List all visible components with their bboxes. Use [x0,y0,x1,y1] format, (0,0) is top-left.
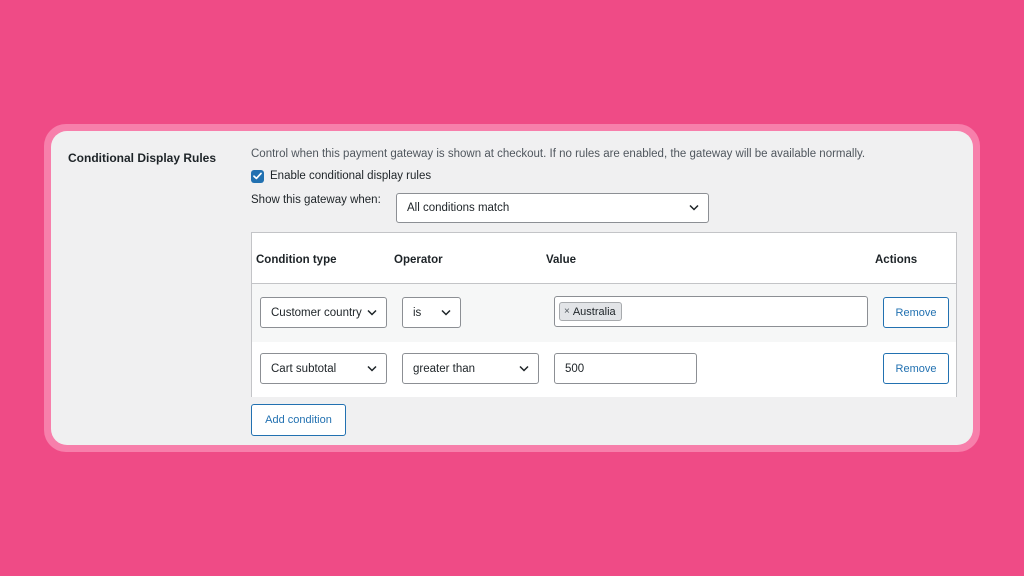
country-token-label: Australia [572,305,616,318]
table-row: Cart subtotal greater than 500 Remove [252,342,956,397]
operator-value: greater than [413,362,476,375]
header-actions: Actions [875,254,918,266]
match-mode-label: Show this gateway when: [251,194,381,206]
country-token-input[interactable]: × Australia [554,296,868,327]
condition-type-select[interactable]: Customer country [260,297,387,328]
chevron-down-icon [519,365,529,372]
enable-rules-checkbox[interactable] [251,169,264,183]
remove-token-icon[interactable]: × [564,306,570,317]
enable-rules-label: Enable conditional display rules [270,170,432,182]
chevron-down-icon [367,365,377,372]
subtotal-input[interactable]: 500 [554,353,697,384]
section-label: Conditional Display Rules [68,151,217,165]
condition-type-value: Cart subtotal [271,362,337,375]
operator-select[interactable]: is [402,297,461,328]
subtotal-value: 500 [565,362,585,375]
chevron-down-icon [441,309,451,316]
operator-value: is [413,306,422,319]
chevron-down-icon [367,309,377,316]
table-row: Customer country is × Australia Remove [252,284,956,342]
match-mode-value: All conditions match [407,202,510,214]
conditions-table: Condition type Operator Value Actions Cu… [251,232,957,397]
enable-rules-row[interactable]: Enable conditional display rules [251,168,431,184]
condition-type-value: Customer country [271,306,362,319]
header-condition-type: Condition type [256,254,337,266]
condition-type-select[interactable]: Cart subtotal [260,353,387,384]
header-value: Value [546,254,577,266]
section-description: Control when this payment gateway is sho… [251,148,866,160]
remove-condition-button[interactable]: Remove [883,297,949,328]
add-condition-button[interactable]: Add condition [251,404,346,436]
checkmark-icon [253,172,262,180]
match-mode-select[interactable]: All conditions match [396,193,709,223]
operator-select[interactable]: greater than [402,353,539,384]
chevron-down-icon [689,204,699,211]
table-header: Condition type Operator Value Actions [252,233,956,284]
header-operator: Operator [394,254,443,266]
country-token: × Australia [559,302,622,321]
remove-condition-button[interactable]: Remove [883,353,949,384]
